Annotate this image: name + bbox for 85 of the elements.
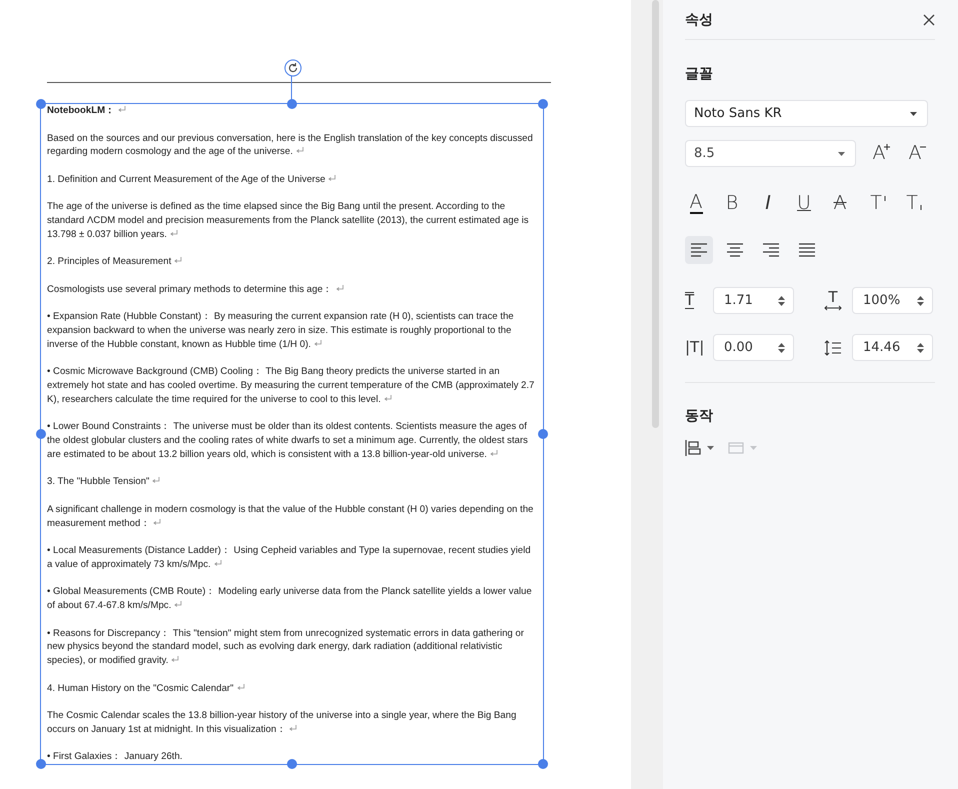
return-mark-icon xyxy=(170,230,178,237)
increase-font-button[interactable]: A xyxy=(869,142,889,166)
return-mark-icon xyxy=(153,518,162,526)
superscript-button[interactable]: T xyxy=(865,190,887,216)
scrollbar-thumb[interactable] xyxy=(652,0,659,428)
close-button[interactable] xyxy=(923,14,935,26)
return-mark-icon xyxy=(336,284,344,292)
bold-button[interactable]: B xyxy=(721,190,743,216)
plus-icon xyxy=(884,144,890,150)
return-mark-icon xyxy=(171,656,180,663)
resize-handle[interactable] xyxy=(36,759,46,769)
return-mark-icon xyxy=(174,257,182,264)
document-paragraph: • Local Measurements (Distance Ladder)： Using Cepheid variables and Type Ia supernovae, recent studies yield a value of approximately 73 km/s/Mpc. xyxy=(47,544,532,572)
align-justify-icon xyxy=(799,242,815,258)
spin-field[interactable]: 1.71 xyxy=(713,287,794,314)
close-icon xyxy=(923,14,935,26)
document-paragraph: • Lower Bound Constraints： The universe must be older than its oldest contents. Scientists measure the ages of the oldest globular clusters and the cooling rates of white dwarfs to set a minimum age. Currently, the oldest stars are estimated to be about 13.2 billion years old, which is consistent with a 13.8 billion-year-old universe. xyxy=(47,420,529,462)
panel-title: 속성 xyxy=(685,10,713,28)
spin-field[interactable]: 0.00 xyxy=(713,334,794,361)
align-objects-icon xyxy=(685,440,701,456)
subscript-button[interactable]: T xyxy=(901,190,923,216)
rotate-handle-icon[interactable] xyxy=(284,59,302,77)
strike-button[interactable]: A xyxy=(829,190,851,216)
document-paragraph: Cosmologists use several primary methods to determine this age： xyxy=(47,282,535,296)
return-mark-icon xyxy=(152,477,160,484)
spin-field[interactable]: 100% xyxy=(852,287,933,314)
return-mark-icon xyxy=(236,684,245,690)
return-mark-icon xyxy=(296,147,304,154)
tick-mark-icon xyxy=(884,196,886,201)
return-mark-icon xyxy=(314,340,322,347)
document-paragraph: 4. Human History on the "Cosmic Calendar" xyxy=(47,682,535,696)
align-left-icon xyxy=(691,242,707,258)
stepper-icon[interactable] xyxy=(778,294,785,306)
resize-handle[interactable] xyxy=(287,759,297,769)
section-label: 글꼴 xyxy=(685,66,713,82)
underline-button[interactable]: U xyxy=(793,190,815,216)
document-paragraph: 1. Definition and Current Measurement of the Age of the Universe xyxy=(47,172,535,186)
tick-mark-icon xyxy=(920,205,922,210)
document-paragraph: • Cosmic Microwave Background (CMB) Cooling： The Big Bang theory predicts the universe started in an extremely hot state and has cooled overtime. By measuring the current temperature of the CMB (approximately 2.7 K), researchers calculate the time required for the universe to cool to this level. xyxy=(47,365,535,406)
font-family-select[interactable]: Noto Sans KR xyxy=(685,100,928,127)
section-label: 동작 xyxy=(685,408,713,424)
return-mark-icon xyxy=(384,394,392,402)
caret-icon xyxy=(910,112,917,116)
align-center-icon xyxy=(727,242,743,258)
align-dropdown-button[interactable] xyxy=(685,438,714,458)
stepper-icon[interactable] xyxy=(778,342,785,354)
document-paragraph: The age of the universe is defined as the time elapsed since the Big Bang until the present. According to the standard ΛCDM model and precision measurements from the Planck satellite (2013), the current estimated age is 13.798 ± 0.037 billion years. xyxy=(47,200,530,242)
resize-handle[interactable] xyxy=(538,759,548,769)
return-mark-icon xyxy=(118,106,126,113)
align-left-button[interactable] xyxy=(685,236,713,264)
color-button[interactable]: A xyxy=(685,190,707,216)
resize-handle[interactable] xyxy=(538,429,548,439)
document-paragraph: The Cosmic Calendar scales the 13.8 billion-year history of the universe into a single year, where the Big Bang occurs on January 1st at midnight. In this visualization： xyxy=(47,709,518,736)
letter-spacing-icon: |T| xyxy=(685,340,704,355)
align-right-icon xyxy=(763,242,779,258)
return-mark-icon xyxy=(289,724,298,732)
document-paragraph: • Expansion Rate (Hubble Constant)： By measuring the current expansion rate (H 0), scientists can trace the expansion backward to when the universe was nearly zero in size. This estimate is roughly proportional to the inverse of the Hubble constant, known as Hubble time (1/H 0). xyxy=(47,310,515,352)
resize-handle[interactable] xyxy=(287,99,297,109)
decrease-font-button[interactable]: A xyxy=(905,142,925,166)
return-mark-icon xyxy=(490,450,498,457)
document-paragraph: • Reasons for Discrepancy： This "tension" might stem from unrecognized systematic errors in data gathering or new physics beyond the standard model, such as evolving dark energy, dark radiation (additional relativistic species), or modified gravity. xyxy=(47,626,525,668)
minus-icon xyxy=(920,146,926,148)
resize-handle[interactable] xyxy=(36,429,46,439)
caret-icon xyxy=(750,446,757,450)
document-paragraph: A significant challenge in modern cosmology is that the value of the Hubble constant (H 0) varies depending on the measurement method： xyxy=(47,502,534,530)
return-mark-icon xyxy=(174,601,182,608)
document-paragraph: 2. Principles of Measurement xyxy=(47,255,535,269)
stepper-icon[interactable] xyxy=(917,294,924,306)
resize-handle[interactable] xyxy=(36,99,46,109)
return-mark-icon xyxy=(328,174,336,182)
document-paragraph: • Global Measurements (CMB Route)： Modeling early universe data from the Planck satellite yields a lower value of about 67.4-67.8 km/s/Mpc. xyxy=(47,585,533,613)
stepper-icon[interactable] xyxy=(917,342,924,354)
line-spacing-icon xyxy=(824,340,842,356)
document-paragraph: • First Galaxies： January 26th. xyxy=(47,750,184,764)
frame-icon xyxy=(728,440,744,456)
spin-field[interactable]: 14.46 xyxy=(852,334,933,361)
document-paragraph: Based on the sources and our previous conversation, here is the English translation of the key concepts discussed regarding modern cosmology and the age of the universe. xyxy=(47,132,534,159)
caret-icon xyxy=(838,152,845,156)
font-size-select[interactable]: 8.5 xyxy=(685,140,856,167)
caret-icon xyxy=(707,446,714,450)
document-paragraph: 3. The "Hubble Tension" xyxy=(47,475,535,489)
resize-handle[interactable] xyxy=(538,99,548,109)
return-mark-icon xyxy=(214,560,222,567)
italic-button[interactable]: I xyxy=(757,190,779,216)
document-paragraph: NotebookLM： xyxy=(47,104,535,118)
